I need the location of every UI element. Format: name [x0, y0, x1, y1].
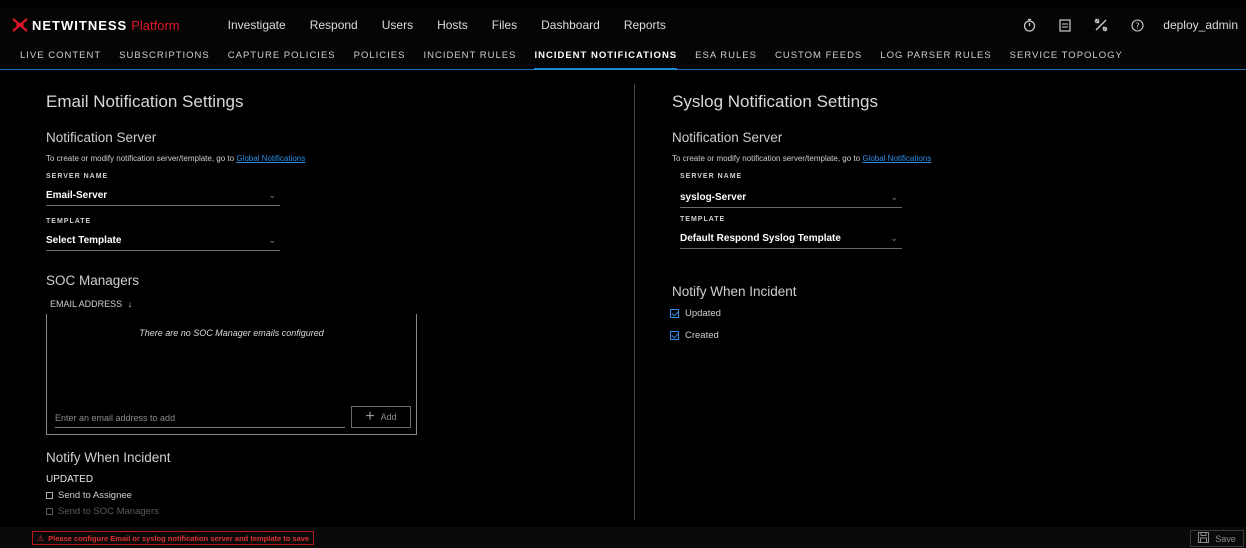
add-email-label: Add [380, 412, 397, 422]
email-updated-label: UPDATED [46, 474, 94, 485]
syslog-server-select[interactable]: syslog-Server ⌄ [680, 188, 902, 208]
notes-icon[interactable] [1057, 17, 1073, 33]
nav-dashboard[interactable]: Dashboard [541, 18, 600, 32]
syslog-server-hint: To create or modify notification server/… [672, 154, 931, 163]
save-label: Save [1215, 533, 1236, 544]
email-template-label: TEMPLATE [46, 218, 92, 225]
logo[interactable]: NETWITNESS Platform [12, 17, 180, 33]
chevron-down-icon: ⌄ [890, 233, 898, 243]
email-address-input[interactable]: Enter an email address to add [55, 408, 345, 428]
checkbox-checked-icon [670, 309, 679, 318]
syslog-settings-title: Syslog Notification Settings [672, 92, 878, 111]
sort-arrow-down-icon: ↓ [127, 299, 133, 309]
panel-divider [634, 84, 635, 520]
send-to-soc-managers-checkbox[interactable]: Send to SOC Managers [46, 506, 159, 517]
email-server-label: SERVER NAME [46, 173, 109, 180]
nav-respond[interactable]: Respond [310, 18, 358, 32]
tab-incident-notifications[interactable]: INCIDENT NOTIFICATIONS [534, 42, 677, 70]
tab-live-content[interactable]: LIVE CONTENT [20, 42, 101, 70]
logo-brand: NETWITNESS [32, 17, 128, 33]
add-email-button[interactable]: + Add [351, 406, 411, 428]
plus-icon: + [365, 408, 375, 425]
email-global-notifications-link[interactable]: Global Notifications [236, 154, 305, 163]
checkbox-unchecked-icon [46, 508, 53, 515]
stopwatch-icon[interactable] [1021, 17, 1037, 33]
chevron-down-icon: ⌄ [890, 192, 898, 202]
syslog-created-label: Created [685, 330, 719, 341]
chevron-down-icon: ⌄ [268, 235, 276, 245]
send-to-soc-managers-label: Send to SOC Managers [58, 506, 159, 517]
soc-empty-message: There are no SOC Manager emails configur… [139, 328, 324, 338]
syslog-hint-text: To create or modify notification server/… [672, 154, 861, 163]
syslog-template-value: Default Respond Syslog Template [680, 233, 841, 244]
netwitness-logo-icon [12, 17, 28, 33]
tab-esa-rules[interactable]: ESA RULES [695, 42, 757, 70]
top-bar: NETWITNESS Platform Investigate Respond … [0, 8, 1246, 42]
tab-capture-policies[interactable]: CAPTURE POLICIES [228, 42, 336, 70]
nav-users[interactable]: Users [382, 18, 413, 32]
send-to-assignee-label: Send to Assignee [58, 490, 132, 501]
email-address-column-header[interactable]: EMAIL ADDRESS ↓ [50, 299, 132, 309]
syslog-notify-heading: Notify When Incident [672, 284, 797, 299]
email-server-hint: To create or modify notification server/… [46, 154, 305, 163]
syslog-server-heading: Notification Server [672, 130, 783, 145]
tab-log-parser-rules[interactable]: LOG PARSER RULES [880, 42, 991, 70]
save-warning-text: Please configure Email or syslog notific… [48, 533, 310, 543]
top-right-tools: ? deploy_admin [1001, 8, 1238, 42]
save-button[interactable]: Save [1190, 530, 1244, 547]
save-icon [1198, 532, 1210, 545]
syslog-server-value: syslog-Server [680, 192, 747, 203]
tab-incident-rules[interactable]: INCIDENT RULES [423, 42, 516, 70]
user-menu[interactable]: deploy_admin [1163, 18, 1238, 32]
save-warning: ⚠ Please configure Email or syslog notif… [32, 531, 315, 545]
chevron-down-icon: ⌄ [268, 190, 276, 200]
email-settings-title: Email Notification Settings [46, 92, 244, 111]
tab-policies[interactable]: POLICIES [354, 42, 406, 70]
logo-platform: Platform [131, 17, 180, 33]
email-address-header-label: EMAIL ADDRESS [50, 299, 123, 309]
nav-investigate[interactable]: Investigate [228, 18, 286, 32]
nav-hosts[interactable]: Hosts [437, 18, 468, 32]
email-template-select[interactable]: Select Template ⌄ [46, 231, 280, 251]
email-hint-text: To create or modify notification server/… [46, 154, 235, 163]
tools-icon[interactable] [1093, 17, 1109, 33]
footer-bar: ⚠ Please configure Email or syslog notif… [0, 527, 1246, 548]
syslog-template-label: TEMPLATE [680, 216, 726, 223]
nav-files[interactable]: Files [492, 18, 517, 32]
email-server-select[interactable]: Email-Server ⌄ [46, 186, 280, 206]
checkbox-checked-icon [670, 331, 679, 340]
soc-managers-list: There are no SOC Manager emails configur… [46, 314, 417, 435]
checkbox-unchecked-icon [46, 492, 53, 499]
email-server-value: Email-Server [46, 190, 108, 201]
tab-subscriptions[interactable]: SUBSCRIPTIONS [119, 42, 210, 70]
tab-service-topology[interactable]: SERVICE TOPOLOGY [1010, 42, 1123, 70]
syslog-updated-checkbox[interactable]: Updated [670, 308, 721, 319]
top-nav: Investigate Respond Users Hosts Files Da… [228, 18, 690, 32]
syslog-updated-label: Updated [685, 308, 721, 319]
email-server-heading: Notification Server [46, 130, 157, 145]
syslog-server-label: SERVER NAME [680, 173, 743, 180]
nav-reports[interactable]: Reports [624, 18, 666, 32]
email-notify-heading: Notify When Incident [46, 450, 171, 465]
warning-icon: ⚠ [37, 533, 45, 543]
help-icon[interactable]: ? [1129, 17, 1145, 33]
svg-text:?: ? [1135, 21, 1139, 30]
send-to-assignee-checkbox[interactable]: Send to Assignee [46, 490, 132, 501]
email-template-value: Select Template [46, 235, 122, 246]
syslog-created-checkbox[interactable]: Created [670, 330, 719, 341]
syslog-global-notifications-link[interactable]: Global Notifications [862, 154, 931, 163]
config-tabs: LIVE CONTENT SUBSCRIPTIONS CAPTURE POLIC… [0, 42, 1246, 70]
soc-managers-heading: SOC Managers [46, 273, 140, 288]
tab-custom-feeds[interactable]: CUSTOM FEEDS [775, 42, 862, 70]
syslog-template-select[interactable]: Default Respond Syslog Template ⌄ [680, 229, 902, 249]
